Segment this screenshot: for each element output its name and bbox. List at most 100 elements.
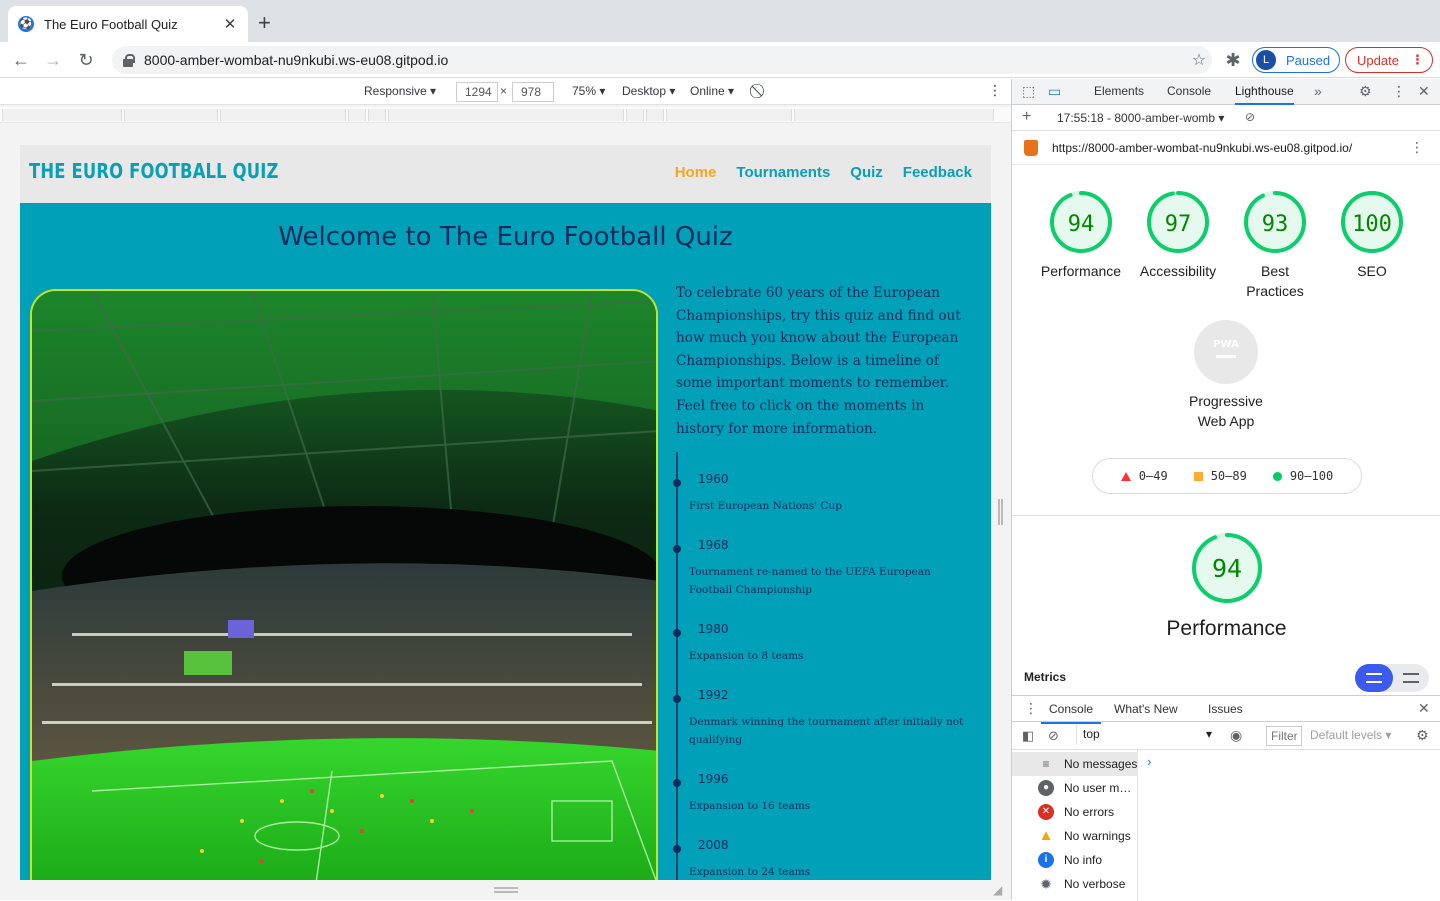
report-menu-icon[interactable]: ⋮ — [1410, 139, 1424, 156]
throttle-label: Online — [690, 84, 725, 98]
sidebar-toggle-icon[interactable]: ◧ — [1022, 728, 1034, 744]
section-divider — [1012, 515, 1440, 516]
reload-icon[interactable]: ↻ — [75, 49, 97, 71]
media-query-ruler[interactable] — [0, 107, 1011, 123]
gauge-label: SEO — [1357, 263, 1387, 279]
list-icon: ≡ — [1042, 757, 1050, 771]
eye-icon[interactable]: ◉ — [1230, 727, 1242, 744]
gauge-accessibility[interactable]: 97 Accessibility — [1133, 189, 1223, 281]
sidebar-item-info[interactable]: i No info — [1012, 848, 1138, 872]
nav-home[interactable]: Home — [675, 164, 717, 181]
timeline-dot — [673, 629, 681, 637]
gauge-performance[interactable]: 94 Performance — [1036, 189, 1126, 281]
gauge-pwa[interactable]: PWA Progressive Web App — [1181, 319, 1271, 431]
sidebar-item-messages[interactable]: ≡ No messages — [1012, 752, 1138, 776]
console-settings-icon[interactable]: ⚙ — [1416, 727, 1429, 744]
bookmark-star-icon[interactable]: ☆ — [1186, 50, 1212, 70]
drawer-menu-icon[interactable]: ⋮ — [1024, 700, 1038, 717]
sidebar-item-warnings[interactable]: ▲ No warnings — [1012, 824, 1138, 848]
forward-icon[interactable]: → — [42, 49, 64, 71]
new-report-icon[interactable]: + — [1022, 108, 1031, 126]
pwa-badge-text: PWA — [1213, 339, 1239, 350]
viewport-width-input[interactable]: 1294 — [456, 82, 498, 102]
tab-lighthouse[interactable]: Lighthouse — [1235, 84, 1294, 105]
context-select[interactable]: top ▾ — [1076, 725, 1214, 745]
update-button[interactable]: Update ⋮ — [1345, 47, 1433, 73]
gauge-label: Performance — [1040, 263, 1122, 279]
inspect-element-icon[interactable]: ⬚ — [1022, 83, 1035, 100]
clear-reports-icon[interactable]: ⊘ — [1245, 110, 1255, 124]
viewport-height-input[interactable]: 978 — [512, 82, 554, 102]
drawer-tab-issues[interactable]: Issues — [1208, 702, 1243, 716]
device-mode-select[interactable]: Responsive ▾ — [364, 84, 436, 98]
zoom-label: 75% — [572, 84, 597, 98]
timeline-dot — [673, 479, 681, 487]
timeline-dot — [673, 845, 681, 853]
devtools-menu-icon[interactable]: ⋮ — [1392, 83, 1406, 100]
drawer-tab-console[interactable]: Console — [1040, 702, 1102, 724]
close-devtools-icon[interactable]: ✕ — [1418, 83, 1430, 100]
sidebar-item-label: No verbose — [1064, 877, 1126, 891]
timeline-dot — [673, 545, 681, 553]
viewport-resize-handle-bottom[interactable] — [494, 887, 518, 893]
sidebar-item-label: No info — [1064, 853, 1103, 867]
devtools-tabbar: ⬚ ▭ Elements Console Lighthouse » ⚙ ⋮ ✕ — [1012, 79, 1440, 105]
tab-elements[interactable]: Elements — [1094, 84, 1144, 98]
browser-tab-strip: ⚽ The Euro Football Quiz ✕ + — [0, 0, 1440, 42]
sidebar-item-verbose[interactable]: ✹ No verbose — [1012, 872, 1138, 896]
timeline-line — [676, 452, 678, 880]
console-prompt-icon[interactable]: › — [1147, 754, 1151, 769]
device-type-select[interactable]: Desktop ▾ — [622, 84, 675, 98]
lighthouse-icon — [1024, 140, 1038, 156]
lock-icon[interactable] — [122, 53, 135, 67]
sidebar-item-label: No user me… — [1064, 781, 1138, 795]
timeline-year: 1960 — [698, 472, 729, 486]
zoom-select[interactable]: 75% ▾ — [572, 84, 605, 98]
close-tab-icon[interactable]: ✕ — [222, 15, 238, 33]
nav-quiz[interactable]: Quiz — [850, 164, 883, 181]
stadium-image — [30, 289, 658, 880]
device-toggle-icon[interactable]: ▭ — [1048, 83, 1061, 100]
close-drawer-icon[interactable]: ✕ — [1418, 700, 1430, 717]
console-filter-input[interactable] — [1266, 726, 1302, 746]
viewport-resize-corner[interactable]: ◢ — [993, 883, 1002, 897]
gauge-seo[interactable]: 100 SEO — [1327, 189, 1417, 281]
report-time: 17:55:18 - 8000-amber-womb — [1057, 111, 1216, 125]
nav-tournaments[interactable]: Tournaments — [736, 164, 830, 181]
timeline-year: 1980 — [698, 622, 729, 636]
tab-title: The Euro Football Quiz — [44, 16, 178, 32]
more-tabs-icon[interactable]: » — [1314, 83, 1322, 99]
info-icon: i — [1038, 852, 1054, 868]
kebab-menu-icon: ⋮ — [1410, 52, 1424, 67]
gauge-label: Best Practices — [1246, 263, 1304, 299]
sidebar-item-errors[interactable]: ✕ No errors — [1012, 800, 1138, 824]
timeline-year: 2008 — [698, 838, 729, 852]
profile-button[interactable]: L Paused — [1252, 47, 1340, 73]
settings-gear-icon[interactable]: ⚙ — [1359, 83, 1372, 100]
timeline-desc: Expansion to 16 teams — [689, 800, 811, 812]
metrics-view-toggle[interactable] — [1355, 664, 1429, 692]
site-logo[interactable]: THE EURO FOOTBALL QUIZ — [29, 159, 279, 183]
report-url[interactable]: https://8000-amber-wombat-nu9nkubi.ws-eu… — [1052, 141, 1352, 155]
extensions-puzzle-icon[interactable]: ✱ — [1222, 49, 1244, 71]
new-tab-icon[interactable]: + — [258, 12, 271, 34]
browser-tab[interactable]: ⚽ The Euro Football Quiz ✕ — [8, 6, 248, 42]
address-bar[interactable]: 8000-amber-wombat-nu9nkubi.ws-eu08.gitpo… — [112, 46, 1212, 74]
tab-console[interactable]: Console — [1167, 84, 1211, 98]
compact-view-icon — [1366, 673, 1382, 683]
address-url[interactable]: 8000-amber-wombat-nu9nkubi.ws-eu08.gitpo… — [144, 52, 1186, 68]
more-options-icon[interactable]: ⋮ — [988, 82, 1002, 99]
report-select[interactable]: 17:55:18 - 8000-amber-womb ▾ — [1057, 111, 1224, 125]
log-levels-select[interactable]: Default levels ▾ — [1310, 728, 1391, 742]
drawer-tab-whats-new[interactable]: What's New — [1114, 702, 1178, 716]
bug-icon: ✹ — [1040, 876, 1052, 892]
back-icon[interactable]: ← — [10, 49, 32, 71]
throttle-select[interactable]: Online ▾ — [690, 84, 734, 98]
warning-icon: ▲ — [1038, 827, 1054, 844]
sidebar-item-user-messages[interactable]: ● No user me… — [1012, 776, 1138, 800]
gauge-best-practices[interactable]: 93 Best Practices — [1230, 189, 1320, 301]
clear-console-icon[interactable]: ⊘ — [1048, 728, 1059, 744]
site-header: THE EURO FOOTBALL QUIZ Home Tournaments … — [20, 145, 991, 203]
nav-feedback[interactable]: Feedback — [903, 164, 972, 181]
viewport-resize-handle-right[interactable] — [998, 499, 1003, 525]
